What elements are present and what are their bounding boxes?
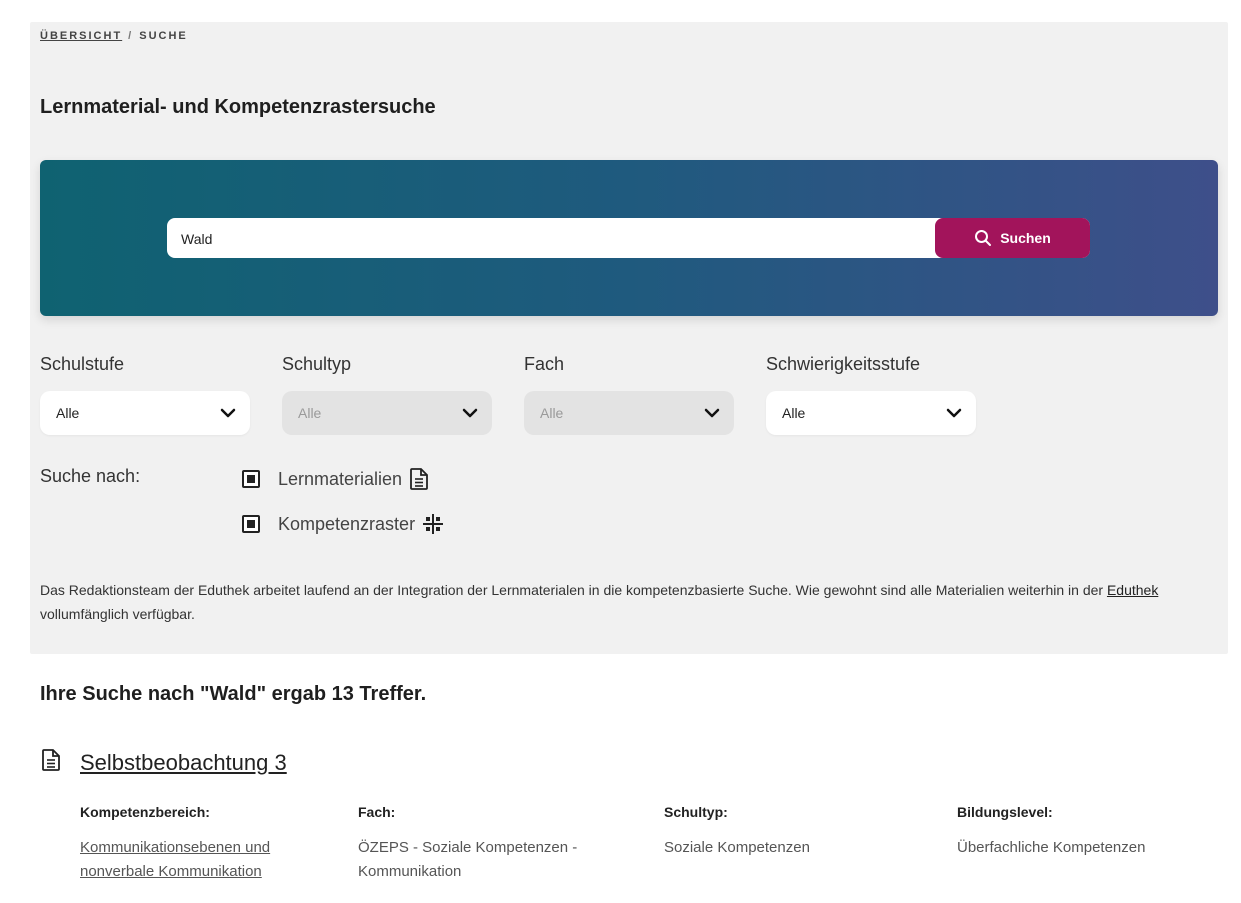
filter-label-schwierigkeitsstufe: Schwierigkeitsstufe	[766, 354, 921, 374]
chevron-down-icon	[462, 408, 478, 418]
info-text: Das Redaktionsteam der Eduthek arbeitet …	[40, 578, 1225, 626]
select-schultyp[interactable]: Alle	[282, 391, 492, 435]
breadcrumb-home-link[interactable]: ÜBERSICHT	[40, 30, 122, 42]
chevron-down-icon	[220, 408, 236, 418]
document-icon	[40, 748, 62, 777]
select-value: Alle	[56, 405, 80, 421]
meta-value-fach: ÖZEPS - Soziale Kompetenzen - Kommunikat…	[358, 839, 578, 880]
meta-value-bildungslevel: Überfachliche Kompetenzen	[957, 839, 1146, 856]
filter-label-fach: Fach	[524, 354, 565, 374]
meta-label-bildungslevel: Bildungslevel:	[957, 804, 1053, 820]
result-item: Selbstbeobachtung 3	[40, 748, 287, 777]
info-text-before: Das Redaktionsteam der Eduthek arbeitet …	[40, 582, 1107, 598]
search-icon	[975, 230, 992, 246]
checkbox-checked[interactable]	[242, 470, 260, 488]
eduthek-link[interactable]: Eduthek	[1107, 582, 1158, 598]
info-text-after: vollumfänglich verfügbar.	[40, 606, 195, 622]
checkbox-kompetenzraster[interactable]: Kompetenzraster	[242, 512, 445, 536]
select-value: Alle	[782, 405, 806, 421]
meta-label-schultyp: Schultyp:	[664, 804, 728, 820]
document-icon	[408, 467, 430, 491]
search-button[interactable]: Suchen	[935, 218, 1090, 258]
select-fach[interactable]: Alle	[524, 391, 734, 435]
chevron-down-icon	[946, 408, 962, 418]
result-title-link[interactable]: Selbstbeobachtung 3	[80, 750, 287, 776]
breadcrumb-current: SUCHE	[139, 30, 188, 42]
select-value: Alle	[540, 405, 564, 421]
grid-icon	[421, 512, 445, 536]
results-heading: Ihre Suche nach "Wald" ergab 13 Treffer.	[40, 683, 427, 705]
search-for-label: Suche nach:	[40, 466, 141, 486]
breadcrumb: ÜBERSICHT / SUCHE	[40, 30, 188, 42]
meta-label-kompetenzbereich: Kompetenzbereich:	[80, 804, 210, 820]
chevron-down-icon	[704, 408, 720, 418]
breadcrumb-separator: /	[128, 30, 134, 42]
page-title: Lernmaterial- und Kompetenzrastersuche	[40, 96, 436, 118]
select-schwierigkeitsstufe[interactable]: Alle	[766, 391, 976, 435]
checkbox-checked[interactable]	[242, 515, 260, 533]
select-schulstufe[interactable]: Alle	[40, 391, 250, 435]
meta-value-schultyp: Soziale Kompetenzen	[664, 839, 810, 856]
checkbox-label: Kompetenzraster	[278, 513, 416, 534]
meta-label-fach: Fach:	[358, 804, 396, 820]
search-box: Suchen	[167, 218, 1090, 260]
checkbox-label: Lernmaterialien	[278, 468, 403, 489]
filter-label-schultyp: Schultyp	[282, 354, 352, 374]
select-value: Alle	[298, 405, 322, 421]
meta-value-kompetenzbereich-link[interactable]: Kommunikationsebenen und nonverbale Komm…	[80, 836, 340, 884]
search-button-label: Suchen	[1000, 230, 1051, 246]
filter-label-schulstufe: Schulstufe	[40, 354, 125, 374]
search-input[interactable]	[179, 218, 923, 260]
checkbox-lernmaterialien[interactable]: Lernmaterialien	[242, 467, 430, 491]
